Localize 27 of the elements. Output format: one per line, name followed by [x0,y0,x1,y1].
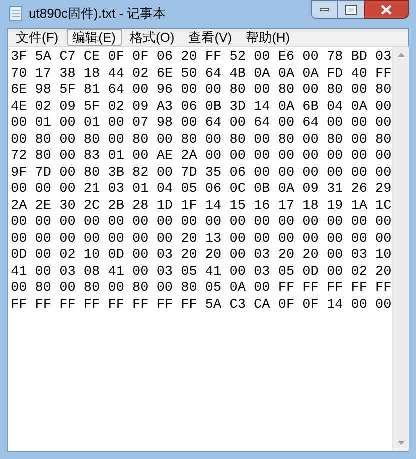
text-line: 6E 98 5F 81 64 00 96 00 00 80 00 80 00 80 00 80 [11,83,392,100]
text-line: 00 00 00 00 00 00 00 00 00 00 00 00 00 00 00 00 [11,215,392,232]
text-line: 41 00 03 08 41 00 03 05 41 00 03 05 0D 00 02 20 [11,264,392,281]
close-button[interactable] [364,0,409,19]
minimize-button[interactable] [311,0,338,19]
notepad-icon [9,6,23,22]
text-line: 4E 02 09 5F 02 09 A3 06 0B 3D 14 0A 6B 04 0A 00 [11,100,392,116]
text-line: 9F 7D 00 80 3B 82 00 7D 35 06 00 00 00 00 00 00 [11,166,392,182]
text-line: FF FF FF FF FF FF FF FF 5A C3 CA 0F 0F 14 00 00 [11,298,392,314]
menu-item[interactable]: 帮助(H) [240,29,296,46]
text-line: 00 00 00 00 00 00 00 20 13 00 00 00 00 00 00 00 [11,232,392,248]
text-line: 70 17 38 18 44 02 6E 50 64 4B 0A 0A 0A FD 40 FF [11,66,392,83]
window-title: ut890c固件).txt - 记事本 [29,5,166,24]
menu-item[interactable]: 文件(F) [10,29,65,46]
text-line: 00 80 00 80 00 80 00 80 05 0A 00 FF FF FF FF FF [11,281,392,298]
text-line: 72 80 00 83 01 00 AE 2A 00 00 00 00 00 00 00 00 [11,149,392,166]
text-line: 3F 5A C7 CE 0F 0F 06 20 FF 52 00 E6 00 78 BD 03 [11,50,392,66]
text-line: 0D 00 02 10 0D 00 03 20 20 00 03 20 20 00 03 10 [11,248,392,264]
menu-item[interactable]: 编辑(E) [66,29,122,46]
text-line: 00 01 00 01 00 07 98 00 64 00 64 00 64 00 00 00 [11,116,392,132]
text-line: 00 00 00 21 03 01 04 05 06 0C 0B 0A 09 31 26 29 [11,182,392,198]
menu-item[interactable]: 查看(V) [182,29,238,46]
menu-item[interactable]: 格式(O) [124,29,181,46]
maximize-button[interactable] [338,0,364,19]
text-line: 2A 2E 30 2C 2B 28 1D 1F 14 15 16 17 18 19 1A 1C [11,198,392,215]
text-line: 00 80 00 80 00 80 00 80 00 80 00 80 00 80 00 80 [11,132,392,149]
close-icon [381,4,392,14]
